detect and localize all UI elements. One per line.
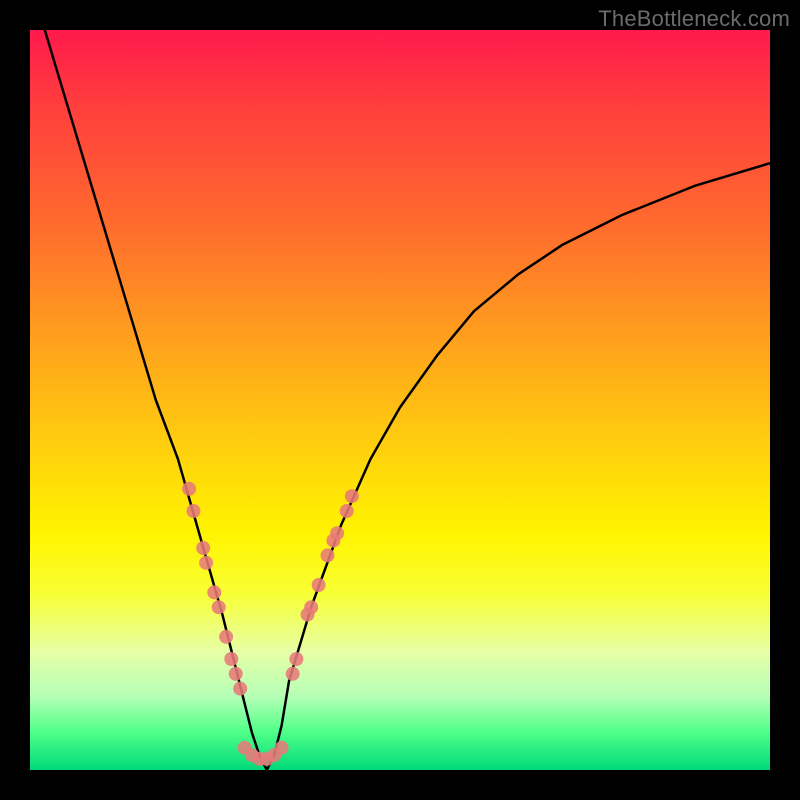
watermark-text: TheBottleneck.com bbox=[598, 6, 790, 32]
bottleneck-curve bbox=[45, 30, 770, 770]
scatter-markers bbox=[182, 482, 359, 766]
curve-svg bbox=[30, 30, 770, 770]
plot-area bbox=[30, 30, 770, 770]
chart-frame: TheBottleneck.com bbox=[0, 0, 800, 800]
